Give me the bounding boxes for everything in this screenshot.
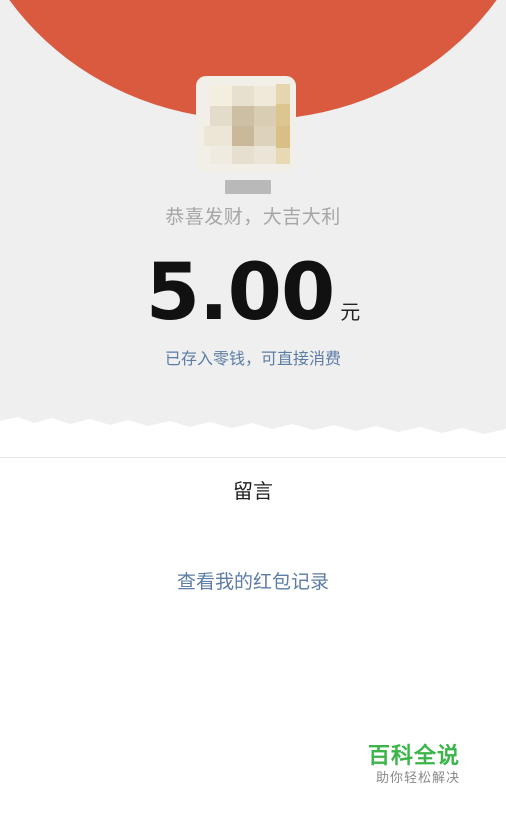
balance-link[interactable]: 已存入零钱，可直接消费	[0, 345, 506, 369]
red-packet-detail-screen: 恭喜发财，大吉大利 5.00 元 已存入零钱，可直接消费 留言 查看我的红包记录 …	[0, 0, 506, 814]
leave-message-button[interactable]: 留言	[203, 475, 303, 504]
amount-value: 5.00	[145, 248, 335, 338]
amount-display: 5.00 元	[0, 243, 506, 343]
section-divider	[0, 457, 506, 458]
greeting-message: 恭喜发财，大吉大利	[165, 206, 341, 228]
watermark-subtitle: 助你轻松解决	[376, 771, 461, 786]
sender-avatar	[196, 76, 296, 172]
torn-paper-edge	[0, 417, 506, 465]
watermark-title: 百科全说	[368, 744, 461, 769]
sender-name-redacted	[225, 180, 271, 194]
watermark-logo: 百科全说 助你轻松解决	[358, 736, 482, 796]
view-red-packet-records-link[interactable]: 查看我的红包记录	[0, 567, 506, 594]
amount-unit: 元	[340, 300, 361, 324]
